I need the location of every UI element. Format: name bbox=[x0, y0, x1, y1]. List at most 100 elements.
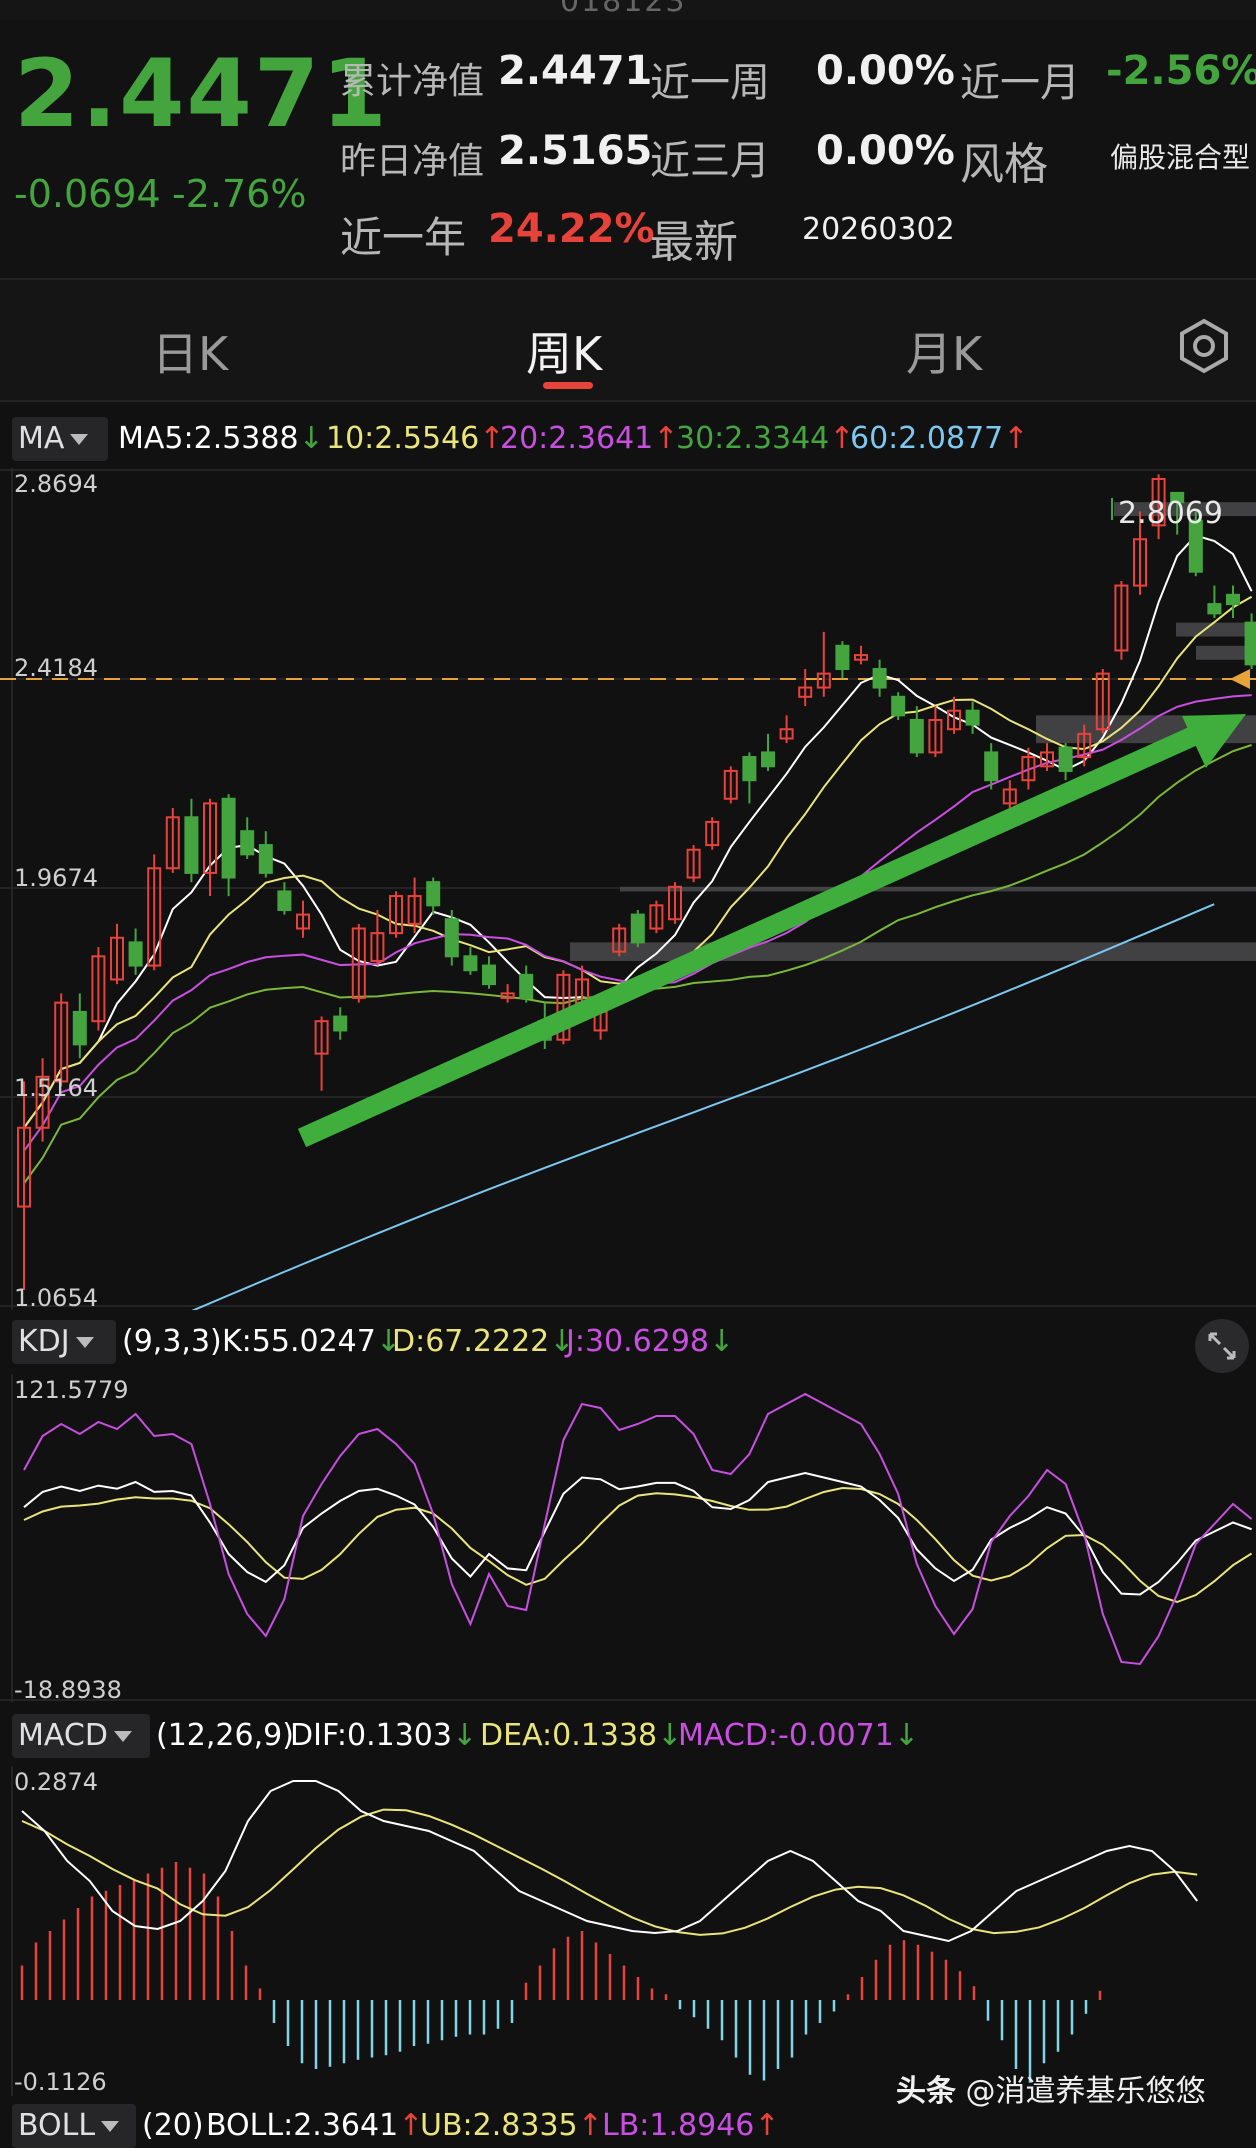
ma30-line bbox=[23, 744, 1252, 1184]
style-value: 偏股混合型 bbox=[1110, 141, 1251, 174]
price-zone-band bbox=[1176, 622, 1256, 637]
watermark: 头条 @消遣养基乐悠悠 bbox=[896, 2074, 1206, 2109]
candle-down bbox=[128, 941, 143, 967]
kdj-j-line bbox=[23, 1392, 1253, 1666]
boll-lb-value: LB:1.8946↑ bbox=[602, 2108, 780, 2143]
macd-dea-line bbox=[21, 1808, 1198, 1936]
kdj-params: (9,3,3) bbox=[122, 1324, 222, 1359]
macd-dif-value: DIF:0.1303↓ bbox=[290, 1718, 478, 1753]
candle-down bbox=[258, 844, 273, 874]
macd-selector[interactable]: MACD bbox=[12, 1714, 150, 1758]
style-label: 风格 bbox=[960, 139, 1048, 190]
ma20-value: 20:2.3641↑ bbox=[500, 421, 679, 456]
week-value: 0.00% bbox=[816, 48, 955, 94]
three-month-value: 0.00% bbox=[816, 128, 955, 174]
y-axis-low: 1.5164 bbox=[14, 1074, 98, 1102]
kdj-j-value: J:30.6298↓ bbox=[566, 1324, 735, 1359]
ma10-value: 10:2.5546↑ bbox=[326, 421, 505, 456]
clipped-top-code: 018123 bbox=[0, 0, 1256, 20]
macd-dea-value: DEA:0.1338↓ bbox=[480, 1718, 683, 1753]
boll-params: (20) bbox=[142, 2108, 204, 2143]
candle-down bbox=[184, 816, 199, 874]
nav-change: -0.0694 bbox=[14, 172, 161, 216]
ma5-line bbox=[23, 534, 1253, 1129]
month-label: 近一月 bbox=[960, 60, 1080, 106]
kdj-d-value: D:67.2222↓ bbox=[392, 1324, 575, 1359]
weekly-k-chart[interactable] bbox=[0, 468, 1256, 1310]
macd-hist-value: MACD:-0.0071↓ bbox=[678, 1718, 919, 1753]
candle-down bbox=[1226, 593, 1240, 606]
y-axis-mid: 1.9674 bbox=[14, 864, 98, 892]
ma5-value: MA5:2.5388↓ bbox=[118, 421, 324, 456]
candle-down bbox=[482, 964, 496, 986]
trend-arrow-shaft bbox=[297, 723, 1205, 1148]
nav-change-pct: -2.76% bbox=[172, 172, 307, 216]
kdj-d-line bbox=[23, 1486, 1253, 1604]
boll-selector[interactable]: BOLL bbox=[12, 2104, 136, 2148]
candle-down bbox=[240, 830, 255, 856]
cumulative-nav-value: 2.4471 bbox=[498, 48, 653, 94]
chevron-down-icon bbox=[75, 1337, 94, 1348]
prev-nav-label: 昨日净值 bbox=[340, 141, 485, 182]
candle-down bbox=[630, 913, 645, 944]
tab-week-k[interactable]: 周K bbox=[526, 318, 602, 384]
candle-down bbox=[463, 955, 478, 972]
candle-down bbox=[835, 644, 850, 670]
latest-date: 20260302 bbox=[802, 212, 955, 247]
kdj-k-value: K:55.0247↓ bbox=[222, 1324, 401, 1359]
chevron-down-icon bbox=[101, 2121, 120, 2132]
y-axis-bottom: 1.0654 bbox=[14, 1284, 98, 1312]
week-label: 近一周 bbox=[650, 60, 770, 106]
price-zone-band bbox=[620, 886, 1256, 892]
high-price-label: 2.8069 bbox=[1118, 496, 1223, 531]
ma30-value: 30:2.3344↑ bbox=[676, 421, 855, 456]
macd-dif-line bbox=[21, 1780, 1198, 1943]
ma60-value: 60:2.0877↑ bbox=[850, 421, 1029, 456]
y-axis-top: 2.8694 bbox=[14, 470, 98, 498]
expand-icon[interactable] bbox=[1194, 1318, 1250, 1374]
tab-day-k[interactable]: 日K bbox=[152, 318, 228, 384]
candle-down bbox=[872, 667, 887, 689]
candle-down bbox=[277, 890, 292, 911]
kdj-selector[interactable]: KDJ bbox=[12, 1320, 116, 1364]
current-nav: 2.4471 bbox=[14, 40, 389, 149]
candle-down bbox=[1207, 603, 1222, 615]
chevron-down-icon bbox=[113, 1731, 132, 1742]
kdj-chart bbox=[0, 1374, 1256, 1702]
candle-down bbox=[965, 709, 980, 726]
macd-axis-bottom: -0.1126 bbox=[14, 2068, 107, 2096]
kdj-axis-top: 121.5779 bbox=[14, 1376, 129, 1404]
chevron-down-icon bbox=[70, 434, 89, 445]
kdj-axis-bottom: -18.8938 bbox=[14, 1676, 122, 1704]
candle-down bbox=[333, 1015, 348, 1032]
prev-nav-value: 2.5165 bbox=[498, 128, 653, 174]
candle-down bbox=[72, 1010, 87, 1046]
ma-selector[interactable]: MA bbox=[12, 417, 108, 461]
latest-label: 最新 bbox=[650, 217, 738, 268]
candle-down bbox=[984, 751, 999, 782]
boll-ub-value: UB:2.8335↑ bbox=[420, 2108, 603, 2143]
tab-month-k[interactable]: 月K bbox=[906, 318, 982, 384]
candle-down bbox=[221, 797, 236, 879]
macd-params: (12,26,9) bbox=[156, 1718, 294, 1753]
macd-chart bbox=[11, 1766, 1198, 2096]
candle-down bbox=[891, 695, 906, 717]
candle-down bbox=[444, 918, 459, 958]
period-tabs: 日K 周K 月K bbox=[0, 280, 1256, 402]
candle-down bbox=[1058, 746, 1073, 772]
boll-value: BOLL:2.3641↑ bbox=[206, 2108, 424, 2143]
candle-down bbox=[519, 973, 534, 1000]
active-tab-indicator bbox=[543, 382, 593, 389]
month-value: -2.56% bbox=[1106, 48, 1256, 94]
cumulative-nav-label: 累计净值 bbox=[340, 61, 485, 102]
candle-down bbox=[909, 718, 924, 754]
y-axis-current: 2.4184 bbox=[14, 654, 98, 682]
candle-down bbox=[426, 881, 441, 907]
candle-down bbox=[761, 751, 775, 768]
current-level-marker bbox=[1230, 669, 1250, 689]
year-value: 24.22% bbox=[488, 206, 655, 252]
three-month-label: 近三月 bbox=[650, 138, 770, 184]
settings-icon[interactable] bbox=[1176, 318, 1232, 374]
year-label: 近一年 bbox=[340, 213, 467, 262]
candle-down bbox=[742, 756, 757, 782]
